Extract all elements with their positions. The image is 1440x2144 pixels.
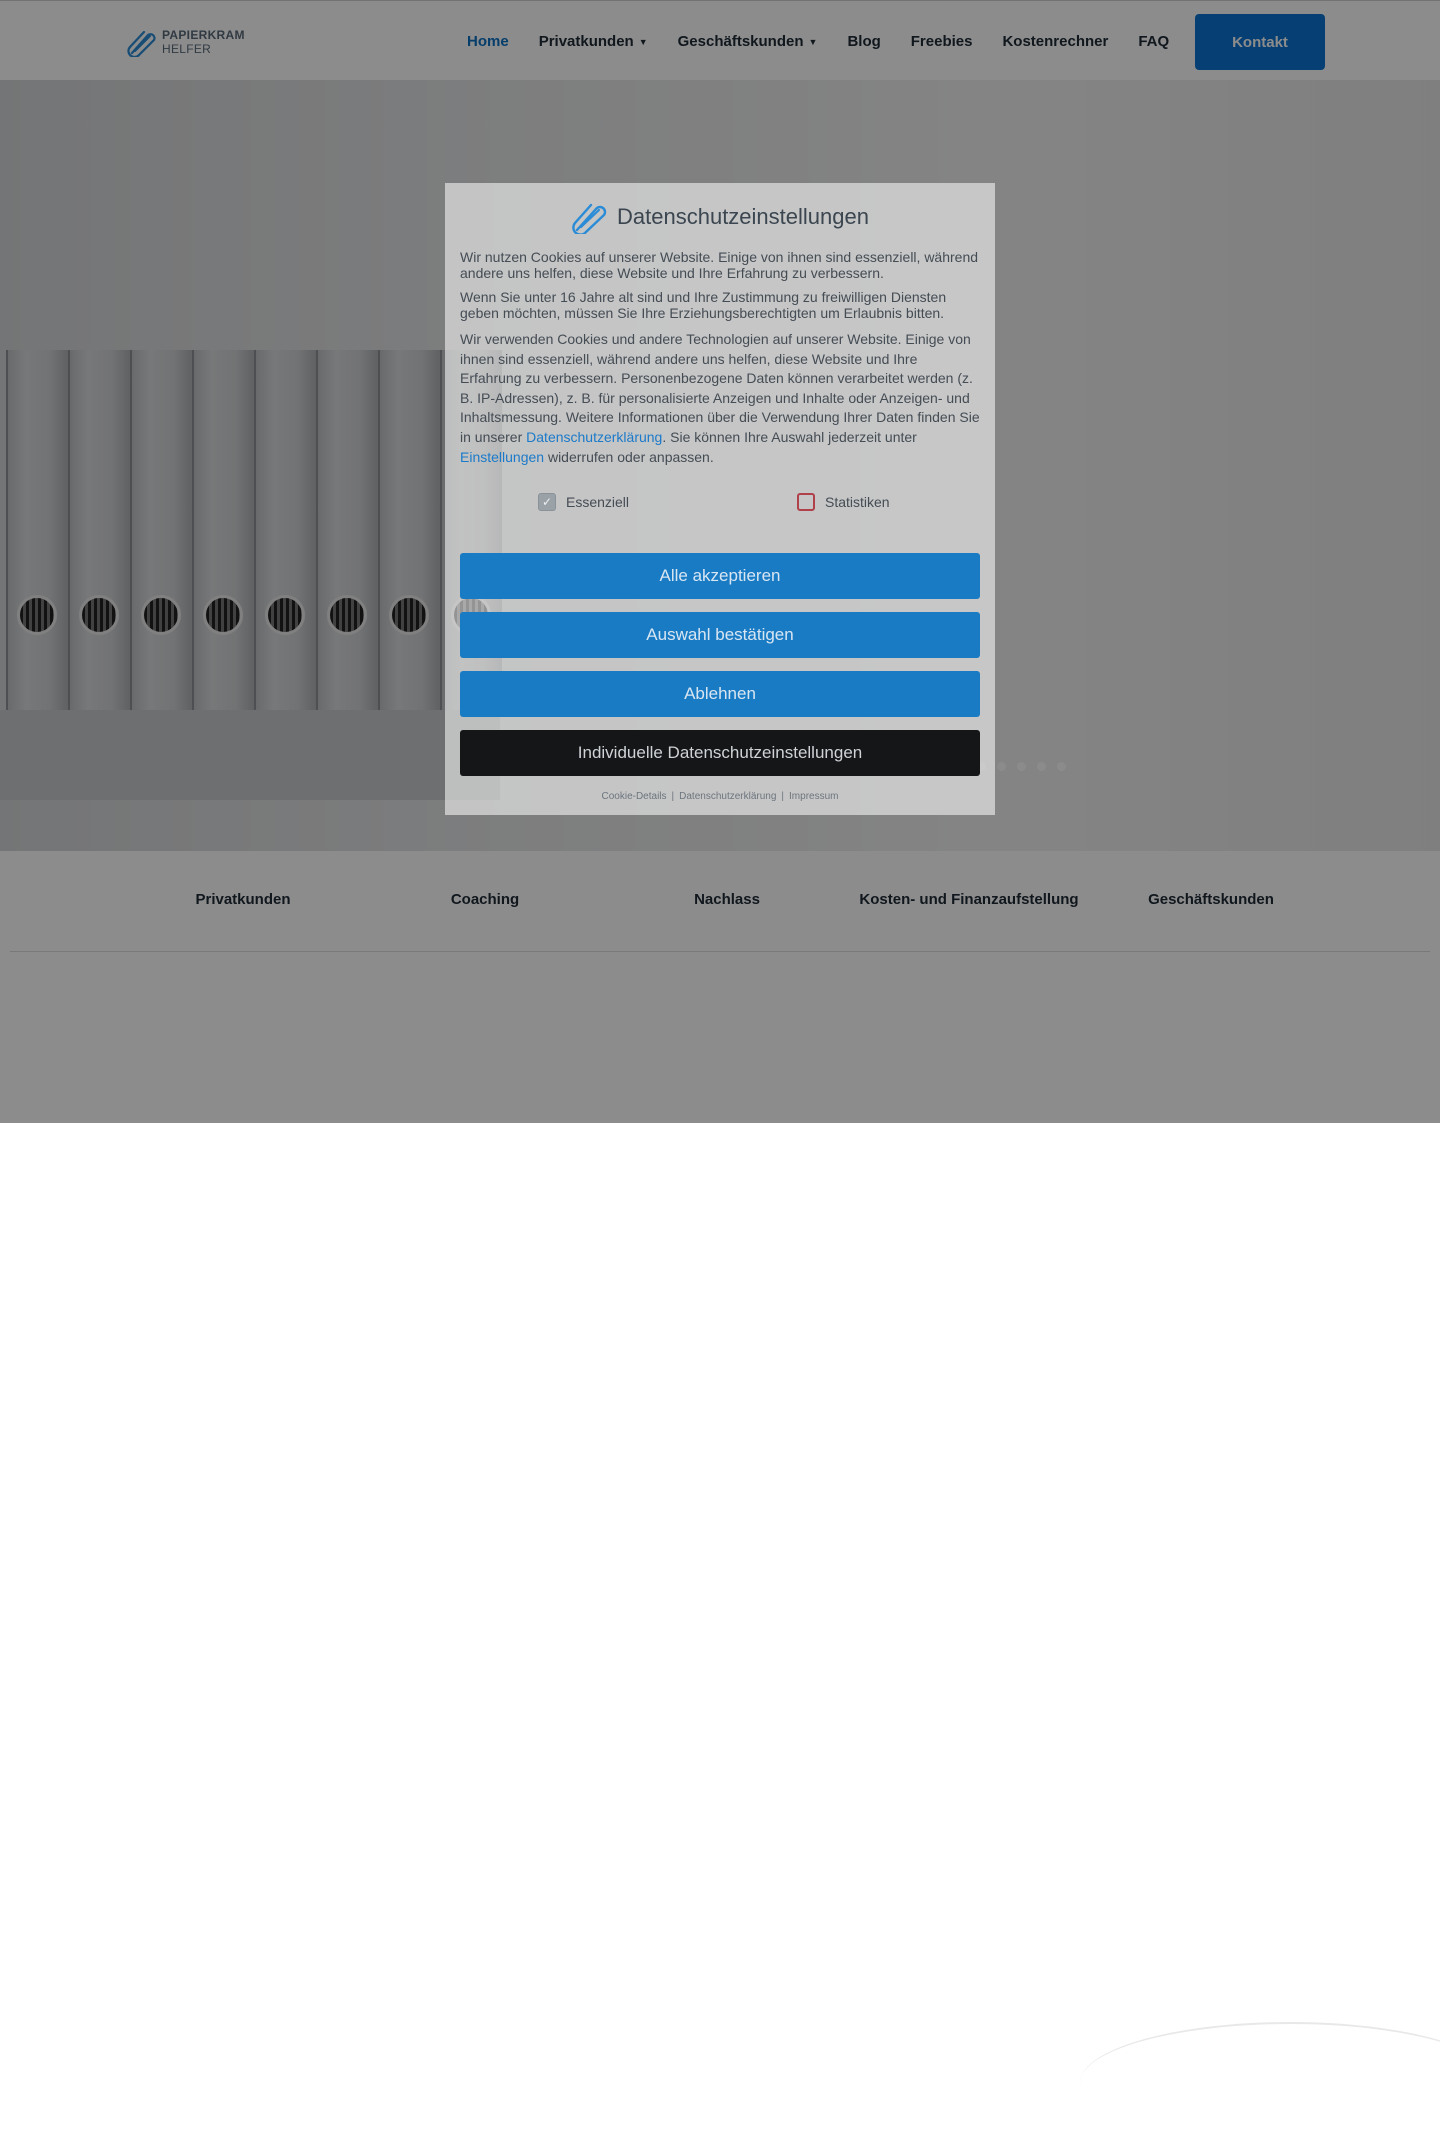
- checkbox-statistics-label: Statistiken: [825, 494, 890, 511]
- separator: |: [671, 791, 675, 803]
- confirm-selection-button[interactable]: Auswahl bestätigen: [460, 612, 980, 659]
- checkbox-empty-icon: [797, 493, 815, 512]
- cookie-details-link[interactable]: Cookie-Details: [602, 791, 667, 802]
- privacy-policy-link[interactable]: Datenschutzerklärung: [526, 429, 662, 445]
- paperclip-icon: [572, 203, 607, 234]
- decorative-swoosh: [1080, 2022, 1440, 2144]
- consent-checkboxes: ✓ Essenziell Statistiken: [460, 493, 980, 533]
- cookie-text-3-a: Wir verwenden Cookies und andere Technol…: [460, 331, 980, 445]
- separator: |: [781, 791, 785, 803]
- settings-link[interactable]: Einstellungen: [460, 449, 544, 465]
- cookie-text-2: Wenn Sie unter 16 Jahre alt sind und Ihr…: [460, 289, 947, 321]
- dialog-footer-links: Cookie-Details | Datenschutzerklärung | Impr…: [460, 791, 980, 802]
- reject-button[interactable]: Ablehnen: [460, 671, 980, 718]
- checkbox-essential-label: Essenziell: [566, 494, 630, 511]
- checkbox-statistics[interactable]: Statistiken: [797, 493, 890, 512]
- imprint-link[interactable]: Impressum: [789, 791, 838, 802]
- accept-all-button[interactable]: Alle akzeptieren: [460, 553, 980, 600]
- individual-settings-button[interactable]: Individuelle Datenschutzeinstellungen: [460, 730, 980, 777]
- cookie-text-1: Wir nutzen Cookies auf unserer Website. …: [460, 249, 979, 281]
- dialog-header: Datenschutzeinstellungen: [460, 199, 980, 235]
- cookie-consent-dialog: Datenschutzeinstellungen Wir nutzen Cook…: [445, 183, 995, 815]
- privacy-policy-footer-link[interactable]: Datenschutzerklärung: [679, 791, 776, 802]
- cookie-text-3-b: . Sie können Ihre Auswahl jederzeit unte…: [662, 428, 917, 445]
- checkbox-essential[interactable]: ✓ Essenziell: [538, 493, 630, 512]
- dialog-title: Datenschutzeinstellungen: [617, 204, 869, 229]
- cookie-text-3: Wir verwenden Cookies und andere Technol…: [460, 330, 980, 467]
- cookie-text-3-c: widerrufen oder anpassen.: [544, 448, 714, 465]
- checkmark-icon: ✓: [538, 493, 556, 512]
